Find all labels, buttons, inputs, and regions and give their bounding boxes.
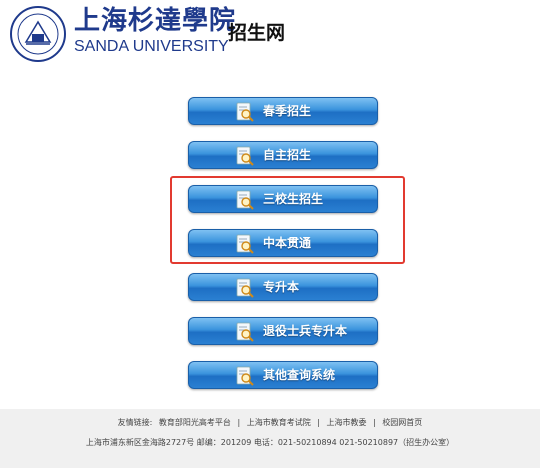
search-document-icon	[236, 234, 254, 254]
search-document-icon	[236, 278, 254, 298]
button-label: 中本贯通	[263, 236, 312, 250]
footer-links: 友情链接: 教育部阳光高考平台 | 上海市教育考试院 | 上海市教委 | 校园网…	[0, 417, 540, 429]
button-label: 其他查询系统	[263, 368, 336, 382]
footer-link-exam-institute[interactable]: 上海市教育考试院	[247, 418, 311, 427]
other-query-system-button[interactable]: 其他查询系统	[188, 361, 378, 389]
footer-link-moe-gaokao[interactable]: 教育部阳光高考平台	[159, 418, 231, 427]
college-to-undergrad-button[interactable]: 专升本	[188, 273, 378, 301]
link-separator: |	[317, 418, 320, 427]
search-document-icon	[236, 102, 254, 122]
link-separator: |	[373, 418, 376, 427]
school-name-en: SANDA UNIVERSITY	[74, 38, 229, 55]
link-separator: |	[237, 418, 241, 427]
spring-enrollment-button[interactable]: 春季招生	[188, 97, 378, 125]
school-name-cn: 上海杉達學院	[74, 6, 237, 36]
search-document-icon	[236, 146, 254, 166]
search-document-icon	[236, 190, 254, 210]
button-label: 春季招生	[263, 104, 312, 118]
button-label: 退役士兵专升本	[263, 324, 348, 338]
search-document-icon	[236, 322, 254, 342]
secondary-undergrad-button[interactable]: 中本贯通	[188, 229, 378, 257]
footer-link-education-commission[interactable]: 上海市教委	[327, 418, 367, 427]
button-label: 自主招生	[263, 148, 312, 162]
portal-title: 招生网	[228, 22, 286, 44]
site-footer: 友情链接: 教育部阳光高考平台 | 上海市教育考试院 | 上海市教委 | 校园网…	[0, 409, 540, 468]
three-school-enrollment-button[interactable]: 三校生招生	[188, 185, 378, 213]
button-label: 三校生招生	[263, 192, 324, 206]
links-prefix: 友情链接:	[117, 418, 153, 427]
button-label: 专升本	[263, 280, 300, 294]
footer-address: 上海市浦东新区金海路2727号 邮编：201209 电话：021-5021089…	[85, 438, 455, 447]
university-seal-icon[interactable]	[10, 6, 66, 62]
search-document-icon	[236, 366, 254, 386]
independent-enrollment-button[interactable]: 自主招生	[188, 141, 378, 169]
footer-link-campus-home[interactable]: 校园网首页	[382, 418, 422, 427]
veteran-college-to-undergrad-button[interactable]: 退役士兵专升本	[188, 317, 378, 345]
site-header: 上海杉達學院 SANDA UNIVERSITY 招生网	[0, 0, 540, 72]
